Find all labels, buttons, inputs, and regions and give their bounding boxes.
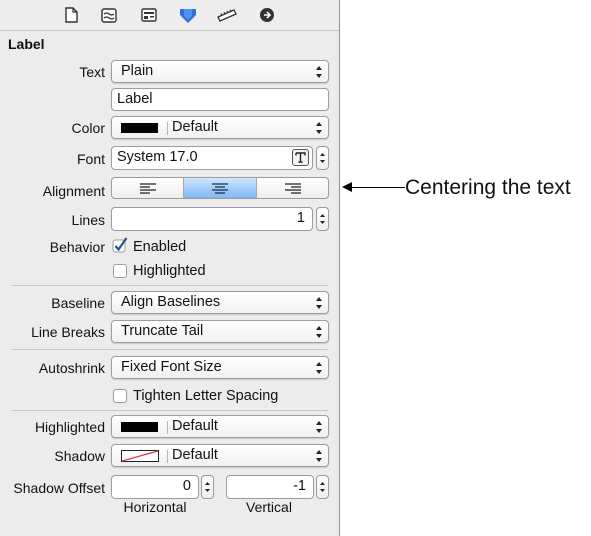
shadow-offset-horizontal-value: 0: [182, 478, 191, 494]
color-popup[interactable]: Default: [111, 116, 329, 139]
baseline-popup[interactable]: Align Baselines: [111, 291, 329, 314]
shadow-color-popup[interactable]: Default: [111, 444, 329, 467]
up-down-arrows-icon: [316, 297, 322, 309]
align-right-icon: [284, 183, 301, 194]
highlighted-color-popup[interactable]: Default: [111, 415, 329, 438]
shadow-offset-label: Shadow Offset: [13, 480, 105, 496]
section-title: Label: [8, 36, 45, 52]
annotation-arrow-line: [350, 187, 405, 188]
align-right-segment[interactable]: [257, 178, 328, 198]
align-center-segment[interactable]: [184, 178, 257, 198]
color-swatch: [121, 123, 158, 133]
up-down-arrows-icon: [316, 66, 322, 78]
baseline-value: Align Baselines: [121, 294, 221, 310]
highlighted-separator: [167, 421, 168, 434]
font-label: Font: [76, 151, 105, 167]
checkmark-icon: [112, 237, 128, 253]
up-down-arrows-icon: [316, 326, 322, 338]
shadow-label: Shadow: [54, 448, 105, 464]
align-left-segment[interactable]: [112, 178, 185, 198]
inspector-toolbar: [0, 0, 339, 31]
font-picker-icon[interactable]: [292, 149, 309, 166]
size-ruler-icon[interactable]: [217, 6, 237, 24]
stepper-arrows-icon: [205, 482, 210, 492]
text-type-popup[interactable]: Plain: [111, 60, 329, 83]
behavior-label: Behavior: [49, 239, 105, 255]
shadow-separator: [167, 450, 168, 463]
shadow-offset-horizontal-stepper[interactable]: [201, 475, 214, 499]
text-label: Text: [79, 64, 105, 80]
enabled-checkbox-label: Enabled: [133, 239, 187, 255]
up-down-arrows-icon: [316, 362, 322, 374]
highlighted-color-swatch: [121, 422, 158, 432]
no-color-swatch-icon: [121, 450, 159, 462]
section-divider: [12, 285, 328, 286]
baseline-label: Baseline: [51, 295, 105, 311]
lines-label: Lines: [71, 212, 105, 228]
stepper-arrows-icon: [320, 482, 325, 492]
alignment-segmented-control: [111, 177, 329, 199]
autoshrink-popup[interactable]: Fixed Font Size: [111, 356, 329, 379]
line-breaks-popup[interactable]: Truncate Tail: [111, 320, 329, 343]
align-left-icon: [140, 183, 156, 194]
label-text-value: Label: [117, 91, 153, 107]
line-breaks-value: Truncate Tail: [121, 323, 204, 339]
autoshrink-value: Fixed Font Size: [121, 359, 222, 375]
section-divider: [12, 349, 328, 350]
file-icon[interactable]: [61, 6, 81, 24]
horizontal-sublabel: Horizontal: [123, 499, 187, 515]
shadow-offset-vertical-field[interactable]: -1: [226, 475, 314, 499]
shadow-color-value: Default: [172, 447, 218, 463]
color-label: Color: [71, 120, 105, 136]
tighten-letter-spacing-label: Tighten Letter Spacing: [133, 388, 279, 404]
highlighted-checkbox-label: Highlighted: [133, 263, 206, 279]
connections-icon[interactable]: [257, 6, 277, 24]
alignment-label: Alignment: [42, 183, 105, 199]
enabled-checkbox[interactable]: [112, 237, 128, 254]
tighten-letter-spacing-checkbox[interactable]: [113, 389, 127, 403]
shadow-offset-vertical-value: -1: [293, 478, 306, 494]
identity-icon[interactable]: [139, 6, 159, 24]
vertical-sublabel: Vertical: [246, 499, 292, 515]
font-field[interactable]: System 17.0: [111, 146, 313, 170]
label-text-field[interactable]: Label: [111, 88, 329, 111]
autoshrink-label: Autoshrink: [38, 360, 105, 376]
text-type-value: Plain: [121, 63, 154, 79]
lines-value: 1: [296, 210, 305, 226]
shadow-offset-vertical-stepper[interactable]: [316, 475, 329, 499]
align-center-icon: [212, 183, 229, 194]
highlighted-color-label: Highlighted: [34, 419, 105, 435]
up-down-arrows-icon: [316, 122, 322, 134]
color-separator: [167, 122, 168, 135]
attributes-icon[interactable]: [178, 6, 198, 24]
lines-field[interactable]: 1: [111, 207, 313, 231]
color-value: Default: [172, 119, 218, 135]
quick-help-icon[interactable]: [99, 6, 119, 24]
up-down-arrows-icon: [316, 421, 322, 433]
section-divider: [12, 410, 328, 411]
line-breaks-label: Line Breaks: [31, 324, 105, 340]
font-value: System 17.0: [117, 149, 198, 165]
attributes-inspector-panel: Label Text Plain Label Color Default Fon…: [0, 0, 340, 536]
font-size-stepper[interactable]: [316, 146, 329, 170]
stepper-arrows-icon: [320, 214, 325, 224]
stepper-arrows-icon: [320, 153, 325, 163]
annotation-text: Centering the text: [405, 176, 571, 199]
shadow-offset-horizontal-field[interactable]: 0: [111, 475, 199, 499]
up-down-arrows-icon: [316, 450, 322, 462]
lines-stepper[interactable]: [316, 207, 329, 231]
highlighted-checkbox[interactable]: [113, 264, 127, 278]
highlighted-color-value: Default: [172, 418, 218, 434]
